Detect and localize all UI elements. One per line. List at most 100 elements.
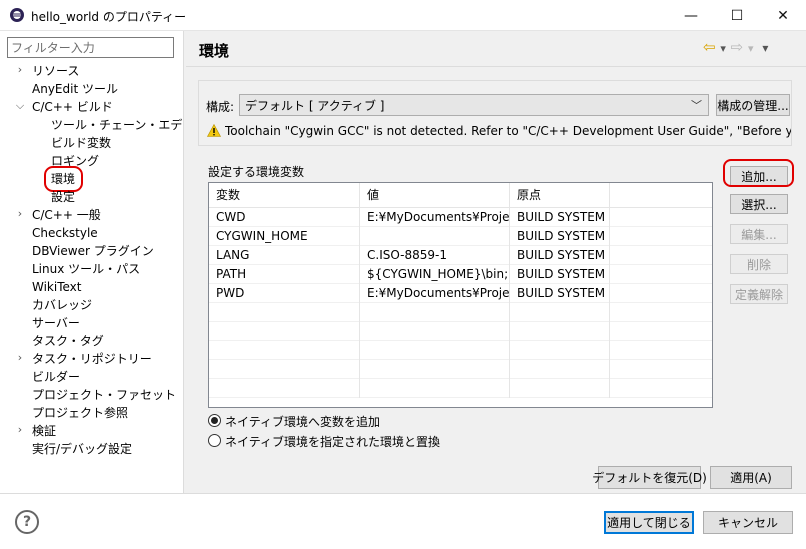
apply-button[interactable]: 適用(A) [710,466,792,489]
tree-item[interactable]: プロジェクト・ファセット [32,386,176,404]
config-label: 構成: [206,100,235,114]
table-cell [510,360,610,379]
forward-arrow-icon[interactable]: ⇨ [731,38,744,56]
config-select[interactable]: デフォルト [ アクティブ ] [239,94,709,116]
tree-item[interactable]: カバレッジ [32,296,92,314]
add-highlight-ring [723,159,794,187]
table-cell [209,303,360,322]
table-cell [360,379,510,398]
tree-item[interactable]: Checkstyle [32,224,98,242]
restore-defaults-button[interactable]: デフォルトを復元(D) [592,466,707,489]
warning-message: Toolchain "Cygwin GCC" is not detected. … [225,124,791,138]
table-cell [209,322,360,341]
manage-config-button[interactable]: 構成の管理... [716,94,790,116]
chevron-right-icon[interactable]: › [14,207,26,220]
tree-item[interactable]: タスク・タグ [32,332,104,350]
chevron-down-icon[interactable]: ⌵ [14,99,26,113]
table-cell: C.ISO-8859-1 [360,246,510,265]
radio-append-label[interactable]: ネイティブ環境へ変数を追加 [225,413,380,430]
close-icon: ✕ [777,7,789,24]
table-row[interactable]: CYGWIN_HOME BUILD SYSTEM [209,227,712,246]
tree-item[interactable]: WikiText [32,278,82,296]
tree-item[interactable]: C/C++ ビルド [32,98,113,116]
table-cell: ${CYGWIN_HOME}\bin;... [360,265,510,284]
minimize-icon: — [684,7,698,24]
table-cell [510,322,610,341]
column-header-variable[interactable]: 変数 [209,183,360,208]
tree-item[interactable]: 実行/デバッグ設定 [32,440,132,458]
column-header-value[interactable]: 値 [360,183,510,208]
tree-item[interactable]: AnyEdit ツール [32,80,118,98]
table-cell [610,303,712,322]
cancel-button[interactable]: キャンセル [703,511,793,534]
select-button[interactable]: 選択... [730,194,788,214]
table-cell [209,379,360,398]
back-menu-icon[interactable]: ▾ [720,42,726,55]
table-cell [610,360,712,379]
chevron-right-icon[interactable]: › [14,63,26,76]
back-arrow-icon[interactable]: ⇦ [703,38,716,56]
table-cell [209,360,360,379]
tree-item[interactable]: ビルド変数 [51,134,111,152]
table-cell [510,341,610,360]
table-row [209,360,712,379]
chevron-right-icon[interactable]: › [14,423,26,436]
tree-item[interactable]: ビルダー [32,368,80,386]
radio-append[interactable] [208,414,221,427]
column-header-filler [610,183,712,208]
maximize-button[interactable]: ☐ [714,0,760,31]
delete-button[interactable]: 削除 [730,254,788,274]
table-cell [610,341,712,360]
close-button[interactable]: ✕ [760,0,806,31]
table-cell: BUILD SYSTEM [510,208,610,227]
table-row [209,341,712,360]
table-row[interactable]: LANG C.ISO-8859-1 BUILD SYSTEM [209,246,712,265]
table-cell [360,303,510,322]
table-cell [610,284,712,303]
table-cell [610,227,712,246]
table-cell: LANG [209,246,360,265]
table-cell: E:¥MyDocuments¥Proje... [360,208,510,227]
table-row[interactable]: PATH ${CYGWIN_HOME}\bin;... BUILD SYSTEM [209,265,712,284]
help-icon[interactable]: ? [15,510,39,534]
tree-item[interactable]: 設定 [51,188,75,206]
undefine-button[interactable]: 定義解除 [730,284,788,304]
chevron-down-icon: ﹀ [691,99,702,112]
forward-menu-icon[interactable]: ▾ [748,42,754,55]
table-row [209,322,712,341]
column-header-origin[interactable]: 原点 [510,183,610,208]
table-cell: PATH [209,265,360,284]
table-cell: CWD [209,208,360,227]
tree-item[interactable]: C/C++ 一般 [32,206,101,224]
table-row[interactable]: PWD E:¥MyDocuments¥Proje... BUILD SYSTEM [209,284,712,303]
tree-item[interactable]: 検証 [32,422,56,440]
edit-button[interactable]: 編集... [730,224,788,244]
footer-separator [0,493,806,494]
env-table[interactable]: 変数 値 原点 CWD E:¥MyDocuments¥Proje... BUILD … [208,182,713,408]
header-separator [186,66,806,67]
view-menu-icon[interactable]: ▾ [762,41,768,55]
radio-replace-label[interactable]: ネイティブ環境を指定された環境と置換 [225,433,440,450]
table-cell [360,360,510,379]
tree-item[interactable]: サーバー [32,314,80,332]
env-label: 設定する環境変数 [208,165,305,179]
chevron-right-icon[interactable]: › [14,351,26,364]
tree-item[interactable]: プロジェクト参照 [32,404,128,422]
maximize-icon: ☐ [730,7,744,24]
apply-and-close-button[interactable]: 適用して閉じる [604,511,694,534]
minimize-button[interactable]: — [668,0,714,31]
tree-item[interactable]: Linux ツール・パス [32,260,140,278]
tree-item[interactable]: DBViewer プラグイン [32,242,154,260]
filter-input[interactable] [7,37,174,58]
table-cell: CYGWIN_HOME [209,227,360,246]
table-cell: BUILD SYSTEM [510,227,610,246]
table-cell: BUILD SYSTEM [510,246,610,265]
tree-item[interactable]: リソース [32,62,79,80]
table-cell [360,341,510,360]
table-cell [610,322,712,341]
radio-replace[interactable] [208,434,221,447]
table-row[interactable]: CWD E:¥MyDocuments¥Proje... BUILD SYSTEM [209,208,712,227]
table-cell [510,379,610,398]
table-cell: BUILD SYSTEM [510,265,610,284]
tree-item[interactable]: タスク・リポジトリー [32,350,152,368]
